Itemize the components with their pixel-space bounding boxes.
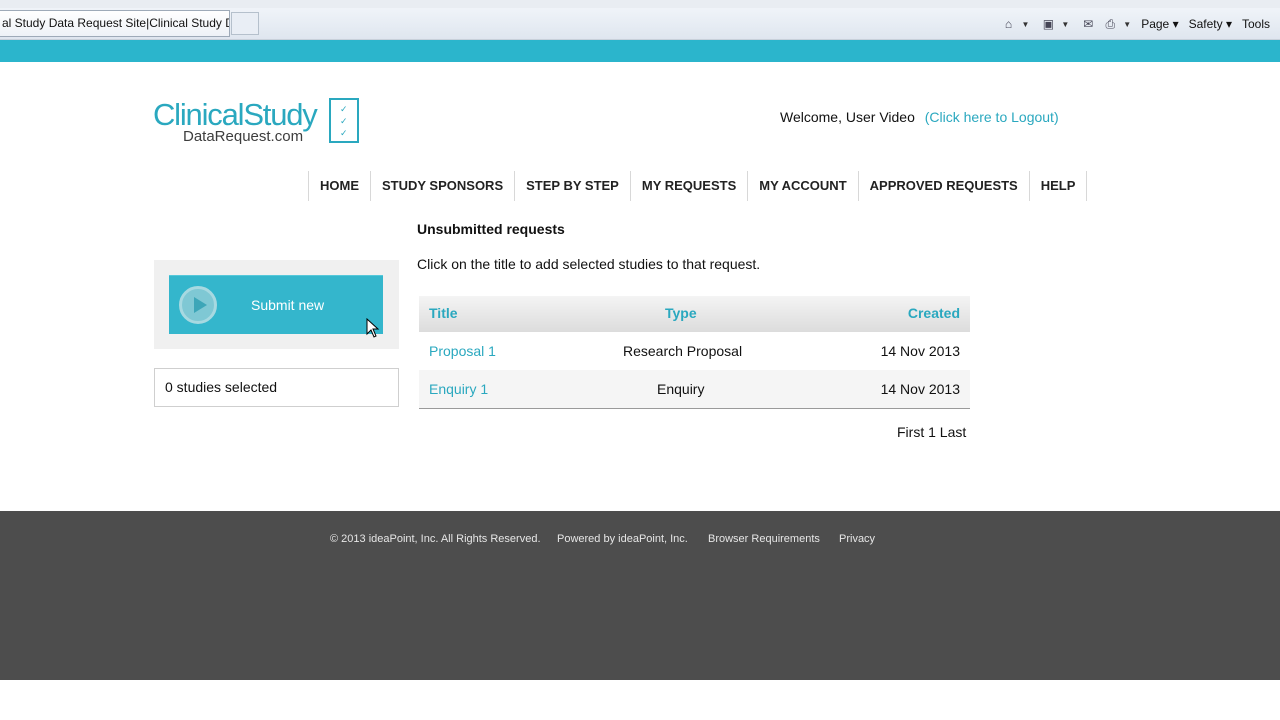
request-type: Research Proposal [623, 343, 743, 359]
requests-table: Title Type Created Proposal 1 Research P… [419, 296, 970, 409]
play-icon [179, 286, 217, 324]
tools-menu[interactable]: Tools [1242, 17, 1270, 31]
site-logo[interactable]: ClinicalStudy DataRequest.com ✓ ✓ ✓ [153, 97, 363, 147]
browser-tab[interactable]: al Study Data Request Site|Clinical Stud… [0, 10, 230, 37]
nav-study-sponsors[interactable]: STUDY SPONSORS [371, 171, 516, 201]
studies-selected-box: 0 studies selected [154, 368, 399, 407]
table-row: Proposal 1 Research Proposal 14 Nov 2013 [419, 332, 970, 370]
table-divider [419, 408, 970, 409]
submit-new-button[interactable]: Submit new [169, 275, 383, 334]
logo-sub-text: DataRequest.com [183, 128, 304, 145]
checklist-icon: ✓ ✓ ✓ [329, 98, 359, 143]
instruction-text: Click on the title to add selected studi… [417, 256, 761, 272]
header-type[interactable]: Type [665, 305, 697, 321]
table-header: Title Type Created [419, 296, 970, 332]
command-bar: ⌂ ▼ ▣ ▼ ✉ ⎙ ▼ Page ▾ Safety ▾ Tools [999, 12, 1280, 36]
chevron-down-icon[interactable]: ▼ [1123, 20, 1131, 29]
welcome-message: Welcome, User Video (Click here to Logou… [780, 109, 1059, 125]
chevron-down-icon[interactable]: ▼ [1021, 20, 1029, 29]
footer-browser-requirements-link[interactable]: Browser Requirements [708, 533, 820, 545]
submit-new-label: Submit new [251, 297, 325, 313]
home-icon[interactable]: ⌂ [999, 16, 1017, 32]
header-created[interactable]: Created [908, 305, 960, 321]
footer: © 2013 ideaPoint, Inc. All Rights Reserv… [0, 511, 1280, 680]
footer-copyright: © 2013 ideaPoint, Inc. All Rights Reserv… [330, 533, 541, 545]
print-icon[interactable]: ⎙ [1101, 16, 1119, 32]
header-band [0, 40, 1280, 62]
browser-top-strip [0, 0, 1280, 8]
nav-approved-requests[interactable]: APPROVED REQUESTS [859, 171, 1030, 201]
request-type: Enquiry [657, 381, 705, 397]
page-bottom [0, 680, 1280, 720]
table-row: Enquiry 1 Enquiry 14 Nov 2013 [419, 370, 970, 408]
pagination[interactable]: First 1 Last [897, 424, 966, 440]
feeds-icon[interactable]: ▣ [1039, 16, 1057, 32]
welcome-text: Welcome, User Video [780, 109, 915, 125]
submit-panel: Submit new [154, 260, 399, 349]
main-nav: HOME STUDY SPONSORS STEP BY STEP MY REQU… [308, 171, 1088, 201]
mouse-cursor-icon [366, 318, 380, 338]
new-tab-button[interactable] [231, 12, 259, 35]
mail-icon[interactable]: ✉ [1079, 16, 1097, 32]
footer-powered-link[interactable]: Powered by ideaPoint, Inc. [557, 533, 688, 545]
section-title: Unsubmitted requests [417, 221, 565, 237]
request-created: 14 Nov 2013 [880, 381, 960, 397]
request-title-link[interactable]: Enquiry 1 [429, 381, 488, 397]
logout-link[interactable]: (Click here to Logout) [925, 109, 1059, 125]
request-created: 14 Nov 2013 [880, 343, 960, 359]
nav-my-account[interactable]: MY ACCOUNT [748, 171, 859, 201]
nav-help[interactable]: HELP [1030, 171, 1088, 201]
page-menu[interactable]: Page ▾ [1141, 17, 1178, 31]
browser-toolbar: al Study Data Request Site|Clinical Stud… [0, 0, 1280, 40]
chevron-down-icon[interactable]: ▼ [1061, 20, 1069, 29]
nav-step-by-step[interactable]: STEP BY STEP [515, 171, 631, 201]
header-title[interactable]: Title [429, 305, 458, 321]
play-triangle [194, 297, 207, 313]
footer-privacy-link[interactable]: Privacy [839, 533, 875, 545]
safety-menu[interactable]: Safety ▾ [1189, 17, 1232, 31]
nav-my-requests[interactable]: MY REQUESTS [631, 171, 749, 201]
nav-home[interactable]: HOME [309, 171, 371, 201]
request-title-link[interactable]: Proposal 1 [429, 343, 496, 359]
